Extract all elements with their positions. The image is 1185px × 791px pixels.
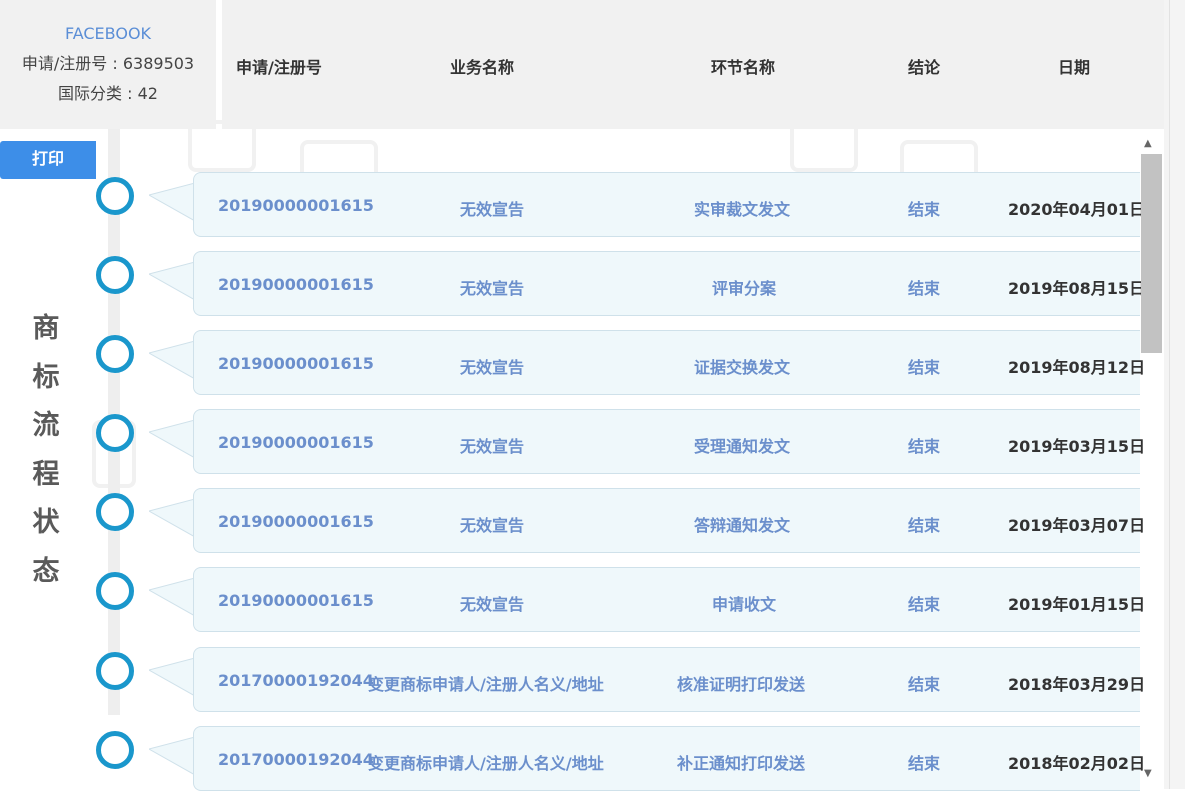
business-name: 无效宣告 [460,358,525,377]
table-row[interactable]: 20190000001615 无效宣告 实审裁文发文 结束 2020年04月01… [193,172,1145,237]
reg-no-link[interactable]: 20190000001615 [218,354,374,373]
date: 2019年08月12日 [1008,358,1146,377]
step-name: 实审裁文发文 [694,200,791,219]
pointer-arrow-icon [149,183,195,221]
pointer-arrow-icon [149,262,195,300]
result: 结束 [908,358,941,377]
business-name: 无效宣告 [460,279,525,298]
circle-node-icon [96,493,134,531]
result: 结束 [908,595,941,614]
result: 结束 [908,754,941,773]
business-name: 无效宣告 [460,200,525,219]
pointer-arrow-icon [149,341,195,379]
reg-no-link[interactable]: 20190000001615 [218,591,374,610]
international-class: 国际分类 : 42 [58,84,158,103]
result: 结束 [908,200,941,219]
reg-no-link[interactable]: 20190000001615 [218,196,374,215]
table-row[interactable]: 20170000192044 变更商标申请人/注册人名义/地址 核准证明打印发送… [193,647,1145,712]
scrollbar-thumb[interactable] [1141,154,1162,353]
circle-node-icon [96,731,134,769]
business-name: 无效宣告 [460,595,525,614]
table-row[interactable]: 20190000001615 无效宣告 评审分案 结束 2019年08月15日 [193,251,1145,316]
header-result: 结论 [908,58,941,77]
date: 2018年02月02日 [1008,754,1146,773]
step-name: 证据交换发文 [694,358,791,377]
circle-node-icon [96,177,134,215]
process-status-title: 商标流程状态 [32,313,60,587]
table-header: 申请/注册号 业务名称 环节名称 结论 日期 [222,0,1164,129]
date: 2019年01月15日 [1008,595,1146,614]
pointer-arrow-icon [149,737,195,775]
triangle-up-icon[interactable]: ▲ [1144,138,1152,149]
step-name: 申请收文 [712,595,777,614]
reg-no-link[interactable]: 20190000001615 [218,512,374,531]
step-name: 补正通知打印发送 [677,754,806,773]
watermark-shape [188,120,256,172]
header-step: 环节名称 [711,58,776,77]
date: 2019年03月07日 [1008,516,1146,535]
trademark-name: FACEBOOK [64,24,152,43]
step-name: 评审分案 [712,279,777,298]
circle-node-icon [96,256,134,294]
header-reg-no: 申请/注册号 [236,58,322,77]
window-edge [1164,0,1185,789]
pointer-arrow-icon [149,420,195,458]
reg-no-link[interactable]: 20170000192044 [218,671,374,690]
watermark-shape [790,120,858,172]
circle-node-icon [96,335,134,373]
result: 结束 [908,675,941,694]
circle-node-icon [96,572,134,610]
table-row[interactable]: 20190000001615 无效宣告 答辩通知发文 结束 2019年03月07… [193,488,1145,553]
result: 结束 [908,437,941,456]
table-row[interactable]: 20190000001615 无效宣告 申请收文 结束 2019年01月15日 [193,567,1145,632]
step-name: 核准证明打印发送 [677,675,806,694]
result: 结束 [908,516,941,535]
result: 结束 [908,279,941,298]
registration-number: 申请/注册号 : 6389503 [21,54,195,73]
date: 2018年03月29日 [1008,675,1146,694]
reg-no-link[interactable]: 20170000192044 [218,750,374,769]
header-business: 业务名称 [450,58,515,77]
triangle-down-icon[interactable]: ▼ [1144,768,1152,779]
pointer-arrow-icon [149,658,195,696]
business-name: 变更商标申请人/注册人名义/地址 [368,754,604,773]
date: 2020年04月01日 [1008,200,1146,219]
table-row[interactable]: 20190000001615 无效宣告 受理通知发文 结束 2019年03月15… [193,409,1145,474]
print-button[interactable]: 打印 [0,141,96,179]
business-name: 变更商标申请人/注册人名义/地址 [368,675,604,694]
circle-node-icon [96,652,134,690]
date: 2019年03月15日 [1008,437,1146,456]
circle-node-icon [96,414,134,452]
trademark-info-panel: FACEBOOK 申请/注册号 : 6389503 国际分类 : 42 [0,0,216,129]
pointer-arrow-icon [149,499,195,537]
pointer-arrow-icon [149,578,195,616]
table-row[interactable]: 20170000192044 变更商标申请人/注册人名义/地址 补正通知打印发送… [193,726,1145,791]
business-name: 无效宣告 [460,437,525,456]
date: 2019年08月15日 [1008,279,1146,298]
reg-no-link[interactable]: 20190000001615 [218,275,374,294]
table-row[interactable]: 20190000001615 无效宣告 证据交换发文 结束 2019年08月12… [193,330,1145,395]
reg-no-link[interactable]: 20190000001615 [218,433,374,452]
step-name: 答辩通知发文 [694,516,791,535]
step-name: 受理通知发文 [694,437,791,456]
business-name: 无效宣告 [460,516,525,535]
header-date: 日期 [1058,58,1091,77]
